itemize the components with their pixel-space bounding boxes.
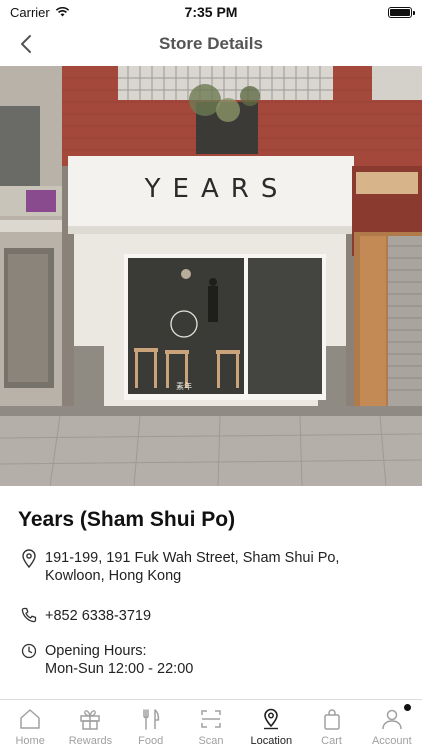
phone-icon <box>20 607 38 627</box>
gift-icon <box>77 707 103 731</box>
hours-row: Opening Hours: Mon-Sun 12:00 - 22:00 <box>20 642 193 678</box>
store-address: 191-199, 191 Fuk Wah Street, Sham Shui P… <box>45 550 340 584</box>
carrier-label: Carrier <box>10 4 50 20</box>
tab-label: Scan <box>198 735 224 747</box>
hours-label: Opening Hours: <box>45 643 147 659</box>
opening-hours: Opening Hours: Mon-Sun 12:00 - 22:00 <box>45 642 193 678</box>
phone-row[interactable]: +852 6338-3719 <box>20 607 151 627</box>
tab-scan[interactable]: Scan <box>181 700 241 750</box>
home-icon <box>17 707 43 731</box>
store-photo: YEARS 素年 <box>0 66 422 486</box>
tab-label: Rewards <box>68 735 113 747</box>
tab-rewards[interactable]: Rewards <box>60 700 120 750</box>
fork-knife-icon <box>138 707 164 731</box>
store-sign-text: YEARS <box>144 174 290 204</box>
tab-label: Food <box>138 735 164 747</box>
tab-food[interactable]: Food <box>121 700 181 750</box>
tab-label: Location <box>250 735 293 747</box>
store-name: Years (Sham Shui Po) <box>18 508 236 531</box>
location-pin-icon <box>258 707 284 731</box>
tab-label: Account <box>371 735 412 747</box>
address-row: 191-199, 191 Fuk Wah Street, Sham Shui P… <box>20 549 400 585</box>
tab-location[interactable]: Location <box>241 700 301 750</box>
store-phone[interactable]: +852 6338-3719 <box>45 607 151 625</box>
scan-icon <box>198 707 224 731</box>
tab-home[interactable]: Home <box>0 700 60 750</box>
navigation-bar: Store Details <box>0 24 422 64</box>
window-logo-text: 素年 <box>176 382 192 391</box>
map-pin-icon <box>20 549 38 569</box>
status-left: Carrier <box>10 5 70 20</box>
tab-account[interactable]: Account <box>362 700 422 750</box>
hours-value: Mon-Sun 12:00 - 22:00 <box>45 661 194 677</box>
shopping-bag-icon <box>319 707 345 731</box>
notification-badge <box>403 704 411 711</box>
tab-cart[interactable]: Cart <box>301 700 361 750</box>
page-title: Store Details <box>159 34 263 53</box>
status-time: 7:35 PM <box>184 4 238 20</box>
back-button[interactable] <box>14 32 38 56</box>
chevron-left-icon <box>21 35 31 53</box>
battery-icon <box>388 6 415 18</box>
tab-label: Home <box>15 735 45 747</box>
status-bar: Carrier 7:35 PM <box>0 0 422 24</box>
account-icon <box>379 707 405 731</box>
tab-bar: Home Rewards Food Scan Location Cart Acc… <box>0 699 422 750</box>
clock-icon <box>20 642 38 662</box>
wifi-icon <box>55 5 70 20</box>
tab-label: Cart <box>321 735 342 747</box>
